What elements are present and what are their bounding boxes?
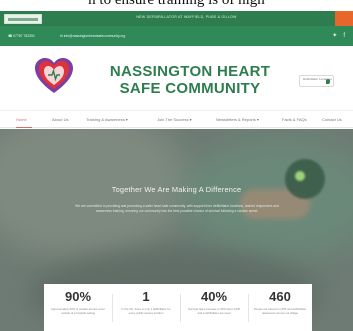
- stat-description: Survival rates increase to 40% when CPR …: [188, 307, 240, 315]
- nav-item-newsletters[interactable]: Newsletters & Reports ▾: [216, 117, 259, 122]
- nav-item-home[interactable]: Home: [16, 117, 27, 122]
- nav-item-training[interactable]: Training & Awareness ▾: [86, 117, 128, 122]
- stat-divider: [112, 294, 113, 322]
- nav-item-contact-us[interactable]: Contact Us: [322, 117, 342, 122]
- nav-item-join[interactable]: Join The Success ▾: [157, 117, 192, 122]
- statistics-panel: 90% Approximately 90% of cardiac arrests…: [44, 284, 312, 331]
- top-announcement-bar: NEW DEFIBRILLATOR AT WAYFIELD, PUBS & GI…: [0, 11, 353, 26]
- stat-description: Approximately 90% of cardiac arrests occ…: [51, 307, 105, 315]
- stat-item: 40% Survival rates increase to 40% when …: [184, 290, 244, 330]
- stat-item: 90% Approximately 90% of cardiac arrests…: [48, 290, 108, 330]
- stat-value: 460: [269, 289, 291, 304]
- email-address[interactable]: ✉ info@nassingtonheartsafecommunity.org: [60, 34, 125, 38]
- map-pin-icon: [326, 79, 330, 84]
- hero-text: We are committed to providing and promot…: [75, 204, 279, 214]
- twitter-icon[interactable]: ✦: [332, 33, 337, 39]
- caption-text: h to ensure training is of high: [88, 0, 265, 8]
- defibrillator-locations-button[interactable]: Defibrillator Locations: [299, 75, 334, 87]
- stat-item: 1 In the UK, there is only 1 defibrillat…: [116, 290, 176, 330]
- stat-value: 1: [142, 289, 150, 304]
- main-navigation: Home About Us Training & Awareness ▾ Joi…: [0, 110, 353, 128]
- phone-text: 07787 782391: [13, 34, 35, 38]
- flag-icon: [4, 14, 42, 24]
- hero-background: [0, 129, 190, 259]
- hero-title: Together We Are Making A Difference: [111, 185, 242, 194]
- site-title[interactable]: NASSINGTON HEART SAFE COMMUNITY: [90, 63, 290, 97]
- caption-text-fragment: h to ensure training is of high: [0, 0, 353, 11]
- stat-description: People are trained in CPR and defibrilla…: [253, 307, 307, 315]
- facebook-icon[interactable]: f: [343, 33, 345, 39]
- stat-divider: [248, 294, 249, 322]
- nav-item-about-us[interactable]: About Us: [52, 117, 68, 122]
- stat-item: 460 People are trained in CPR and defibr…: [250, 290, 310, 330]
- stat-description: In the UK, there is only 1 defibrillator…: [121, 307, 171, 315]
- phone-number[interactable]: ☎ 07787 782391: [8, 34, 35, 38]
- nav-item-facts-faqs[interactable]: Facts & FAQs: [282, 117, 307, 122]
- announcement-ticker[interactable]: NEW DEFIBRILLATOR AT WAYFIELD, PUBS & GI…: [60, 15, 313, 19]
- stat-value: 40%: [200, 289, 228, 304]
- stat-value: 90%: [64, 289, 92, 304]
- active-nav-underline: [16, 127, 32, 128]
- contact-bar: ☎ 07787 782391 ✉ info@nassingtonheartsaf…: [0, 26, 353, 46]
- social-links: ✦ f: [326, 32, 345, 39]
- defibrillator-light: [295, 171, 305, 181]
- stat-divider: [180, 294, 181, 322]
- heart-logo-icon[interactable]: [34, 58, 74, 96]
- announcement-cta-button[interactable]: [335, 11, 353, 26]
- site-header: NASSINGTON HEART SAFE COMMUNITY Defibril…: [0, 46, 353, 110]
- email-text: info@nassingtonheartsafecommunity.org: [63, 34, 126, 38]
